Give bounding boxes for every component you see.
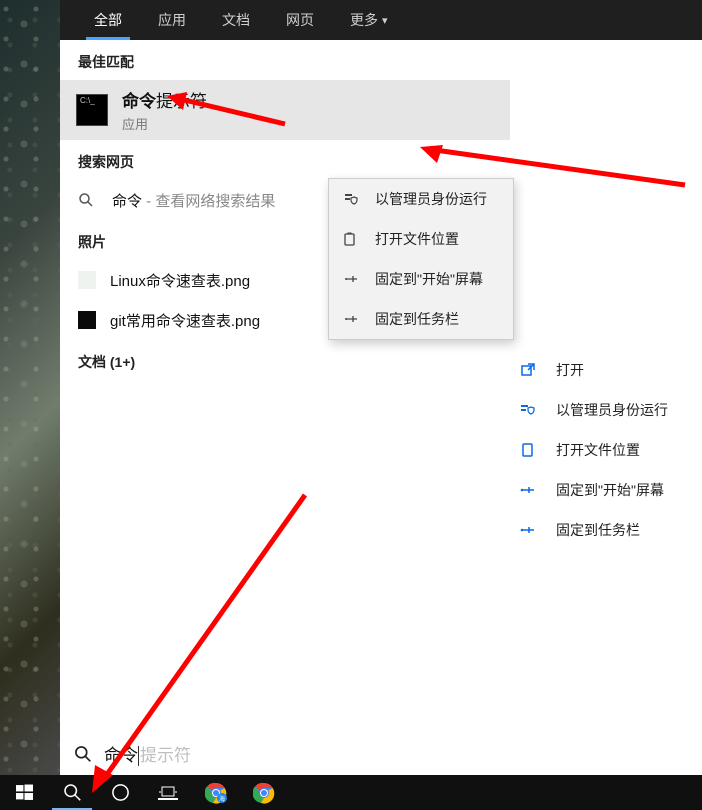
- preview-open[interactable]: 打开: [512, 350, 702, 390]
- preview-actions-list: 打开 以管理员身份运行 打开文件位置: [512, 80, 702, 550]
- photo-item-label: git常用命令速查表.png: [110, 310, 260, 331]
- context-menu: 以管理员身份运行 打开文件位置 固定到"开始"屏幕 固定到任务栏: [328, 178, 514, 340]
- context-run-as-admin[interactable]: 以管理员身份运行: [329, 179, 513, 219]
- pin-icon: [343, 271, 361, 287]
- section-best-match-label: 最佳匹配: [60, 40, 510, 80]
- open-icon: [520, 362, 540, 378]
- pin-icon: [343, 311, 361, 327]
- context-item-label: 固定到"开始"屏幕: [375, 269, 483, 289]
- preview-item-label: 打开: [556, 360, 584, 380]
- section-web-label: 搜索网页: [60, 140, 510, 180]
- preview-panel: 打开 以管理员身份运行 打开文件位置: [512, 80, 702, 655]
- best-match-texts: 命令提示符 应用: [122, 87, 207, 133]
- tab-web[interactable]: 网页: [268, 0, 332, 40]
- context-item-label: 打开文件位置: [375, 229, 459, 249]
- search-input-box[interactable]: 命令提示符: [60, 731, 702, 775]
- shield-icon: [343, 191, 361, 207]
- folder-icon: [343, 231, 361, 247]
- image-thumbnail-icon: [78, 311, 96, 329]
- context-pin-start[interactable]: 固定到"开始"屏幕: [329, 259, 513, 299]
- preview-item-label: 以管理员身份运行: [556, 400, 668, 420]
- pin-icon: [520, 482, 540, 498]
- taskbar-app-chrome-2[interactable]: [240, 775, 288, 810]
- tab-documents[interactable]: 文档: [204, 0, 268, 40]
- results-body: 最佳匹配 C:\_ 命令提示符 应用 搜索网页 命令 - 查看网络搜索结果 照片…: [60, 40, 702, 731]
- search-results-panel: 全部 应用 文档 网页 更多▾ 最佳匹配 C:\_ 命令提示符 应用 搜索网页 …: [60, 0, 702, 775]
- shield-icon: [520, 402, 540, 418]
- chevron-down-icon: ▾: [382, 14, 388, 27]
- preview-item-label: 固定到任务栏: [556, 520, 640, 540]
- image-thumbnail-icon: [78, 271, 96, 289]
- preview-open-location[interactable]: 打开文件位置: [512, 430, 702, 470]
- chrome-icon: 海: [205, 782, 227, 804]
- cortana-icon: [111, 783, 130, 802]
- windows-icon: [16, 784, 33, 801]
- photo-item-label: Linux命令速查表.png: [110, 270, 250, 291]
- search-tabs: 全部 应用 文档 网页 更多▾: [60, 0, 702, 40]
- section-documents-label: 文档 (1+): [60, 340, 510, 380]
- svg-text:海: 海: [219, 795, 225, 803]
- pin-icon: [520, 522, 540, 538]
- search-input-text[interactable]: 命令提示符: [104, 741, 191, 767]
- best-match-item[interactable]: C:\_ 命令提示符 应用: [60, 80, 510, 140]
- start-button[interactable]: [0, 775, 48, 810]
- desktop-background: [0, 0, 60, 775]
- preview-item-label: 固定到"开始"屏幕: [556, 480, 664, 500]
- search-icon: [78, 192, 98, 208]
- preview-run-admin[interactable]: 以管理员身份运行: [512, 390, 702, 430]
- folder-icon: [520, 442, 540, 458]
- best-match-subtitle: 应用: [122, 114, 207, 133]
- tab-apps[interactable]: 应用: [140, 0, 204, 40]
- preview-item-label: 打开文件位置: [556, 440, 640, 460]
- tab-all[interactable]: 全部: [76, 0, 140, 40]
- chrome-icon: [253, 782, 275, 804]
- context-open-location[interactable]: 打开文件位置: [329, 219, 513, 259]
- cmd-icon: C:\_: [76, 94, 108, 126]
- context-item-label: 以管理员身份运行: [375, 189, 487, 209]
- context-pin-taskbar[interactable]: 固定到任务栏: [329, 299, 513, 339]
- text-caret: [138, 746, 139, 766]
- taskbar-app-chrome[interactable]: 海: [192, 775, 240, 810]
- context-item-label: 固定到任务栏: [375, 309, 459, 329]
- search-icon: [74, 745, 92, 763]
- taskbar-search-button[interactable]: [48, 775, 96, 810]
- search-icon: [63, 783, 82, 802]
- best-match-title: 命令提示符: [122, 87, 207, 112]
- task-view-icon: [158, 785, 178, 801]
- preview-pin-start[interactable]: 固定到"开始"屏幕: [512, 470, 702, 510]
- taskbar: 海: [0, 775, 702, 810]
- preview-pin-taskbar[interactable]: 固定到任务栏: [512, 510, 702, 550]
- cortana-button[interactable]: [96, 775, 144, 810]
- tab-more[interactable]: 更多▾: [332, 0, 406, 40]
- task-view-button[interactable]: [144, 775, 192, 810]
- web-search-text: 命令 - 查看网络搜索结果: [112, 190, 275, 211]
